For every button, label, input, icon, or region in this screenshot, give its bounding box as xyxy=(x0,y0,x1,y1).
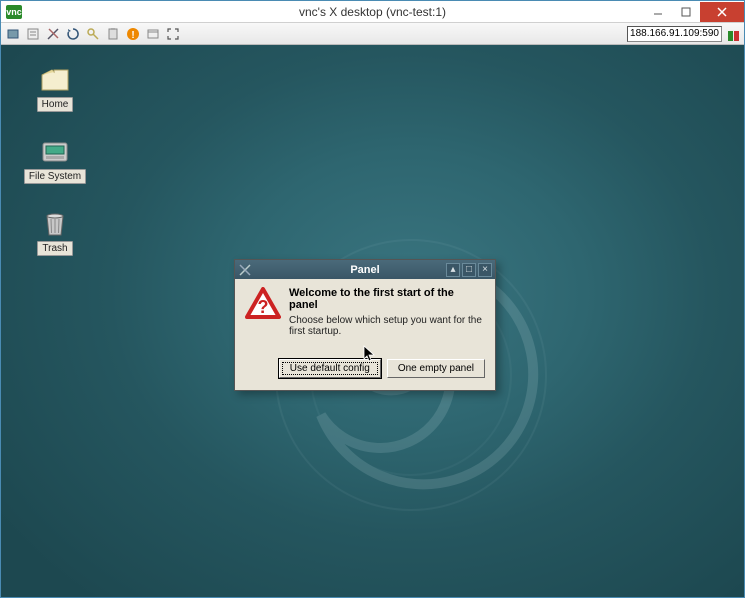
desktop-icon-trash[interactable]: Trash xyxy=(25,207,85,256)
desktop-icon-home[interactable]: Home xyxy=(25,63,85,112)
dialog-body: ? Welcome to the first start of the pane… xyxy=(235,279,495,390)
window-icon[interactable] xyxy=(144,25,162,43)
toolbar-status: 188.166.91.109:590 xyxy=(627,26,741,42)
trash-icon xyxy=(39,207,71,239)
dialog-close-button[interactable]: × xyxy=(478,263,492,277)
panel-first-start-dialog: Panel ▴ □ × ? Welcome to the xyxy=(234,259,496,391)
connection-address[interactable]: 188.166.91.109:590 xyxy=(627,26,722,42)
desktop-icon-label: File System xyxy=(24,169,86,184)
tools-icon[interactable] xyxy=(44,25,62,43)
connect-icon[interactable] xyxy=(4,25,22,43)
use-default-config-button[interactable]: Use default config xyxy=(279,359,381,378)
one-empty-panel-button[interactable]: One empty panel xyxy=(387,359,485,378)
svg-text:!: ! xyxy=(131,30,134,41)
filesystem-icon xyxy=(39,135,71,167)
window-title: vnc's X desktop (vnc-test:1) xyxy=(299,5,446,19)
dialog-heading: Welcome to the first start of the panel xyxy=(289,287,485,311)
options-icon[interactable] xyxy=(24,25,42,43)
dialog-titlebar[interactable]: Panel ▴ □ × xyxy=(235,260,495,279)
minimize-button[interactable] xyxy=(644,2,672,22)
desktop-icon-filesystem[interactable]: File System xyxy=(25,135,85,184)
window-titlebar[interactable]: vnc vnc's X desktop (vnc-test:1) xyxy=(1,1,744,23)
close-button[interactable] xyxy=(700,2,744,22)
fullscreen-icon[interactable] xyxy=(164,25,182,43)
window-controls xyxy=(644,2,744,22)
remote-desktop[interactable]: Home File System Trash Panel ▴ □ xyxy=(1,45,744,597)
home-folder-icon xyxy=(39,63,71,95)
dialog-rollup-button[interactable]: ▴ xyxy=(446,263,460,277)
desktop-icon-label: Trash xyxy=(37,241,72,256)
vnc-viewer-window: vnc vnc's X desktop (vnc-test:1) xyxy=(0,0,745,598)
viewer-toolbar: ! 188.166.91.109:590 xyxy=(1,23,744,45)
svg-text:?: ? xyxy=(258,297,269,317)
settings-icon xyxy=(238,263,252,277)
dialog-subtext: Choose below which setup you want for th… xyxy=(289,315,485,337)
info-icon[interactable]: ! xyxy=(124,25,142,43)
dialog-title: Panel xyxy=(350,264,379,276)
connection-indicator-icon xyxy=(725,27,741,41)
key-icon[interactable] xyxy=(84,25,102,43)
desktop-icon-label: Home xyxy=(37,97,74,112)
dialog-maximize-button[interactable]: □ xyxy=(462,263,476,277)
maximize-button[interactable] xyxy=(672,2,700,22)
dialog-window-controls: ▴ □ × xyxy=(446,263,492,277)
refresh-icon[interactable] xyxy=(64,25,82,43)
question-warning-icon: ? xyxy=(245,287,281,324)
clipboard-icon[interactable] xyxy=(104,25,122,43)
dialog-button-row: Use default config One empty panel xyxy=(245,359,485,378)
app-icon: vnc xyxy=(6,5,22,19)
